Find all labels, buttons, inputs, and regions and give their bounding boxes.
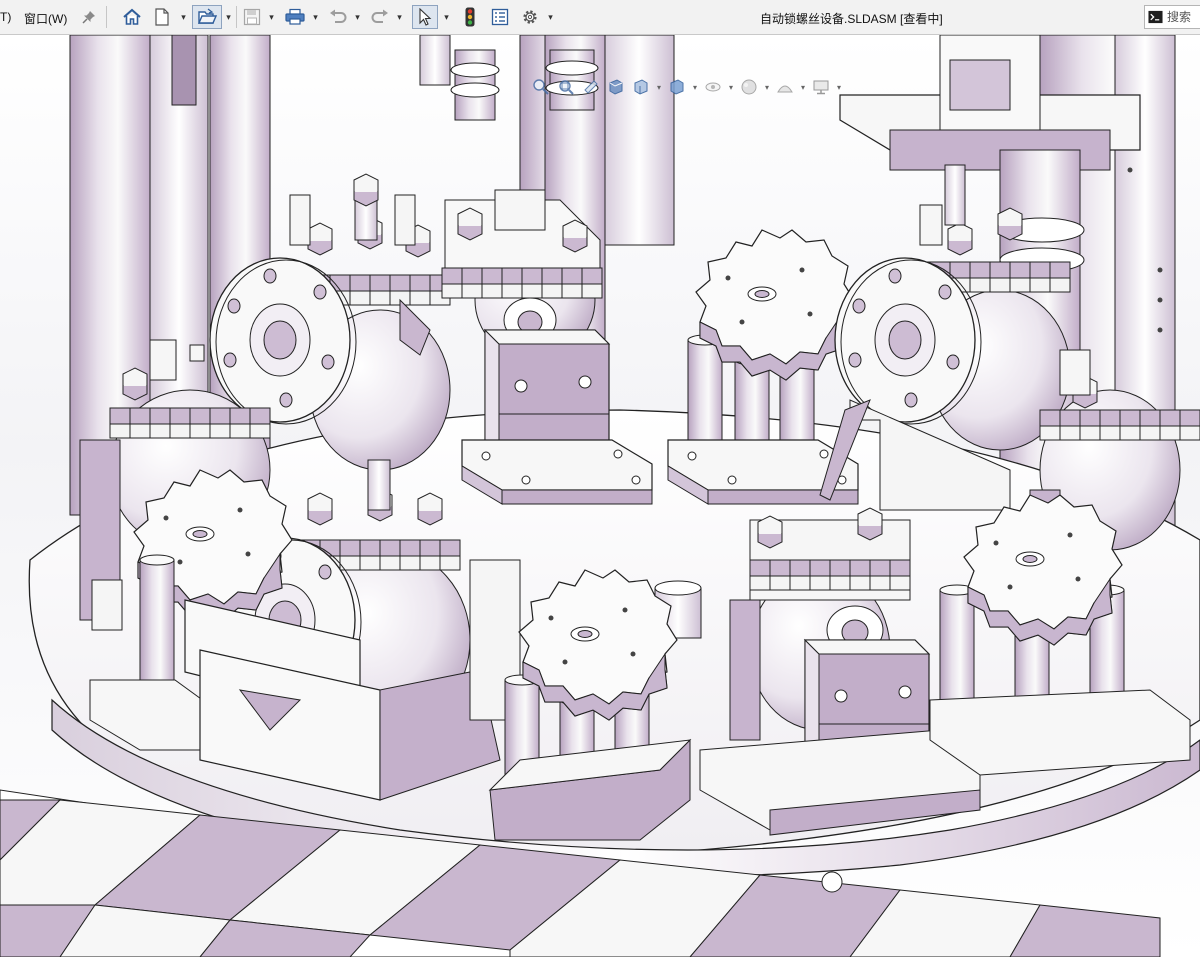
file-properties-icon	[491, 8, 509, 26]
new-document-icon	[155, 8, 169, 26]
command-search-icon	[1148, 10, 1163, 24]
view-orientation-icon	[634, 79, 648, 95]
menu-toolbar-bar: T) 窗口(W) ▾ ▾ ▾ ▾ ▾ ▾ ▾ ▾ 自动锁螺丝设备.SLDASM …	[0, 0, 1200, 35]
zoom-to-fit-icon	[533, 79, 549, 95]
solidworks-window: T) 窗口(W) ▾ ▾ ▾ ▾ ▾ ▾ ▾ ▾ 自动锁螺丝设备.SLDASM …	[0, 0, 1200, 957]
undo-button[interactable]	[326, 5, 350, 29]
hide-show-dropdown-icon[interactable]: ▾	[727, 83, 735, 92]
print-button[interactable]	[282, 5, 308, 29]
traffic-light-icon	[465, 7, 475, 27]
edit-appearance-icon	[741, 79, 757, 95]
display-style-dropdown-icon[interactable]: ▾	[691, 83, 699, 92]
undo-icon	[330, 9, 347, 23]
select-button[interactable]	[412, 5, 438, 29]
previous-view-button[interactable]	[580, 76, 602, 98]
apply-scene-icon	[777, 85, 793, 93]
file-properties-button[interactable]	[488, 5, 512, 29]
edit-appearance-dropdown-icon[interactable]: ▾	[763, 83, 771, 92]
options-gear-icon	[523, 10, 537, 24]
rebuild-button[interactable]	[459, 5, 481, 29]
heads-up-view-toolbar: ▾ ▾ ▾ ▾ ▾ ▾	[530, 73, 843, 101]
redo-button[interactable]	[368, 5, 392, 29]
open-dropdown-icon[interactable]: ▾	[224, 8, 233, 26]
view-orientation-dropdown-icon[interactable]: ▾	[655, 83, 663, 92]
zoom-area-icon	[559, 80, 574, 95]
apply-scene-dropdown-icon[interactable]: ▾	[799, 83, 807, 92]
pin-menu-button[interactable]	[80, 5, 98, 29]
graphics-viewport[interactable]: ▾ ▾ ▾ ▾ ▾ ▾	[0, 35, 1200, 957]
zoom-to-fit-button[interactable]	[530, 76, 552, 98]
section-view-icon	[609, 79, 623, 95]
assembly-3d-view[interactable]	[0, 35, 1200, 957]
new-document-button[interactable]	[151, 5, 173, 29]
view-settings-button[interactable]	[810, 76, 832, 98]
view-orientation-button[interactable]	[630, 76, 652, 98]
search-box[interactable]	[1144, 5, 1200, 29]
apply-scene-button[interactable]	[774, 76, 796, 98]
search-input[interactable]	[1163, 10, 1200, 24]
save-dropdown-icon[interactable]: ▾	[267, 8, 276, 26]
menu-item-window[interactable]: 窗口(W)	[24, 10, 67, 27]
section-view-button[interactable]	[605, 76, 627, 98]
menu-item-partial[interactable]: T)	[0, 10, 11, 24]
zoom-area-button[interactable]	[555, 76, 577, 98]
hide-show-items-icon	[705, 82, 721, 92]
home-icon	[123, 8, 141, 25]
toolbar-separator	[236, 6, 237, 28]
edit-appearance-button[interactable]	[738, 76, 760, 98]
display-style-icon	[670, 79, 684, 95]
redo-dropdown-icon[interactable]: ▾	[395, 8, 404, 26]
options-button[interactable]	[518, 5, 542, 29]
print-icon	[285, 8, 305, 25]
undo-dropdown-icon[interactable]: ▾	[353, 8, 362, 26]
print-dropdown-icon[interactable]: ▾	[311, 8, 320, 26]
open-button[interactable]	[192, 5, 222, 29]
save-icon	[243, 8, 261, 26]
home-button[interactable]	[120, 5, 144, 29]
new-document-dropdown-icon[interactable]: ▾	[179, 8, 188, 26]
save-button[interactable]	[240, 5, 264, 29]
view-settings-dropdown-icon[interactable]: ▾	[835, 83, 843, 92]
open-icon	[197, 8, 217, 24]
redo-icon	[371, 9, 388, 23]
window-title: 自动锁螺丝设备.SLDASM [查看中]	[760, 12, 943, 26]
previous-view-icon	[584, 80, 598, 94]
select-dropdown-icon[interactable]: ▾	[442, 8, 451, 26]
display-style-button[interactable]	[666, 76, 688, 98]
select-icon	[419, 8, 432, 26]
toolbar-separator	[106, 6, 107, 28]
hide-show-items-button[interactable]	[702, 76, 724, 98]
pin-icon	[82, 11, 95, 24]
view-settings-icon	[813, 80, 829, 95]
options-dropdown-icon[interactable]: ▾	[546, 8, 555, 26]
